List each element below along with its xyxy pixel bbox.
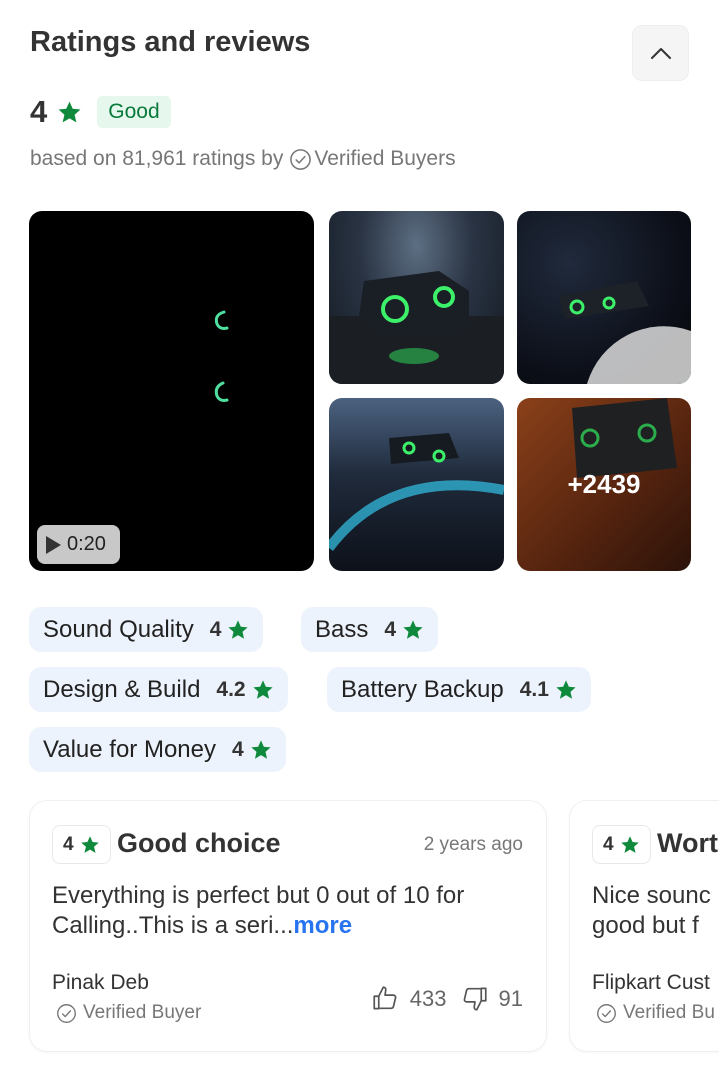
- review-rating-badge: 4: [52, 825, 111, 864]
- like-button[interactable]: 433: [372, 985, 447, 1012]
- aspect-label: Value for Money: [43, 735, 216, 763]
- video-frame-glow: [214, 310, 229, 402]
- rating-quality-badge: Good: [97, 96, 171, 128]
- more-photos-count: +2439: [517, 398, 691, 571]
- aspect-label: Sound Quality: [43, 615, 194, 643]
- aspect-label: Design & Build: [43, 675, 201, 703]
- review-author: Pinak Deb: [52, 971, 149, 994]
- star-icon: [620, 835, 639, 853]
- photo-speaker-graphic: [559, 281, 691, 384]
- verified-buyer-label: Verified Bu: [623, 1002, 715, 1023]
- aspect-rating: 4: [231, 737, 244, 761]
- verified-buyer-tag: Verified Buyer: [56, 1002, 201, 1024]
- aspect-rating: 4: [384, 617, 397, 641]
- read-more-link[interactable]: more: [293, 912, 352, 939]
- aspect-chip-sound-quality[interactable]: Sound Quality 4: [29, 607, 264, 652]
- chevron-up-icon: [650, 48, 671, 59]
- review-body: Everything is perfect but 0 out of 10 fo…: [52, 881, 522, 941]
- review-title: Wort: [657, 828, 718, 858]
- review-author: Flipkart Cust: [592, 971, 710, 994]
- rating-count-line: based on 81,961 ratings by Verified Buye…: [30, 147, 456, 171]
- thumbs-up-icon: [373, 986, 397, 1010]
- aspect-rating: 4: [209, 617, 222, 641]
- verified-buyer-tag: Verified Bu: [596, 1002, 715, 1024]
- aspect-rating: 4.2: [216, 677, 246, 701]
- review-photo-thumbnail[interactable]: [329, 398, 504, 571]
- aspect-rating: 4.1: [519, 677, 549, 701]
- aspect-label: Bass: [315, 615, 369, 643]
- dislike-count: 91: [498, 985, 523, 1011]
- overall-rating: 4 Good: [30, 94, 171, 130]
- review-photo-thumbnail[interactable]: [517, 211, 691, 384]
- overall-rating-value: 4: [30, 94, 48, 129]
- verified-check-icon: [57, 1003, 76, 1023]
- verified-check-icon: [597, 1003, 616, 1023]
- star-icon: [555, 679, 577, 701]
- review-rating-value: 4: [63, 833, 74, 855]
- more-photos-thumbnail[interactable]: +2439: [517, 398, 691, 571]
- photo-speaker-graphic: [329, 433, 504, 552]
- like-count: 433: [409, 985, 447, 1011]
- rating-count-text: based on 81,961 ratings by: [30, 147, 284, 170]
- star-icon: [227, 619, 249, 641]
- review-text: Nice sounc good but f: [592, 882, 711, 939]
- review-title: Good choice: [117, 828, 281, 858]
- review-card[interactable]: 4 Good choice 2 years ago Everything is …: [29, 800, 547, 1052]
- aspect-chip-design-build[interactable]: Design & Build 4.2: [29, 667, 288, 712]
- review-rating-value: 4: [603, 833, 614, 855]
- dislike-button[interactable]: 91: [461, 985, 523, 1012]
- page-title: Ratings and reviews: [30, 26, 311, 58]
- review-rating-badge: 4: [592, 825, 651, 864]
- review-card[interactable]: 4 Wort Nice sounc good but f Flipkart Cu…: [569, 800, 719, 1052]
- review-text: Everything is perfect but 0 out of 10 fo…: [52, 882, 465, 939]
- star-icon: [250, 739, 272, 761]
- review-date: 2 years ago: [423, 834, 523, 855]
- review-video-thumbnail[interactable]: 0:20: [29, 211, 314, 571]
- star-icon: [80, 835, 99, 853]
- verified-check-icon: [289, 148, 312, 171]
- verified-buyers-label: Verified Buyers: [314, 147, 456, 170]
- video-duration-chip[interactable]: 0:20: [37, 525, 120, 564]
- thumbs-down-icon: [463, 987, 487, 1011]
- photo-speaker-graphic: [329, 271, 504, 384]
- star-icon: [252, 679, 274, 701]
- aspect-label: Battery Backup: [341, 675, 504, 703]
- collapse-button[interactable]: [632, 25, 689, 81]
- play-icon: [46, 535, 61, 554]
- aspect-chip-battery-backup[interactable]: Battery Backup 4.1: [327, 667, 591, 712]
- star-icon: [57, 100, 82, 125]
- review-votes: 433 91: [372, 985, 523, 1012]
- video-duration: 0:20: [67, 533, 106, 555]
- aspect-chip-bass[interactable]: Bass 4: [301, 607, 439, 652]
- review-photo-thumbnail[interactable]: [329, 211, 504, 384]
- star-icon: [402, 619, 424, 641]
- verified-buyer-label: Verified Buyer: [83, 1002, 202, 1023]
- review-body: Nice sounc good but f: [592, 881, 719, 941]
- aspect-chip-value-for-money[interactable]: Value for Money 4: [29, 727, 286, 772]
